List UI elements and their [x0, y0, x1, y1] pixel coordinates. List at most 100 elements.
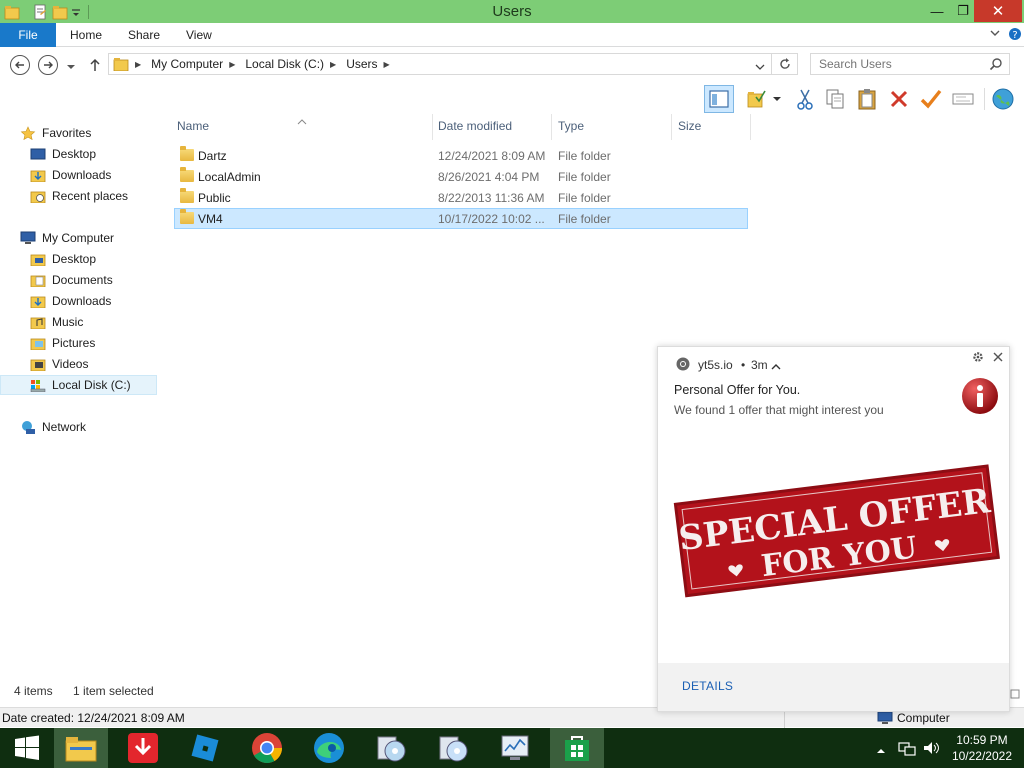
column-header-name[interactable]: Name: [177, 119, 209, 133]
checkmark-icon[interactable]: [918, 86, 944, 112]
network-status-icon[interactable]: [898, 740, 916, 759]
preview-pane-icon[interactable]: [704, 85, 734, 113]
breadcrumb-separator[interactable]: ▶: [384, 60, 390, 69]
nav-item-label: Desktop: [52, 147, 97, 161]
refresh-button[interactable]: [772, 53, 798, 75]
file-type: File folder: [558, 170, 611, 184]
nav-item-music[interactable]: Music: [30, 312, 83, 332]
breadcrumb-separator[interactable]: ▶: [330, 60, 336, 69]
file-type: File folder: [558, 212, 611, 226]
nav-network[interactable]: Network: [20, 417, 86, 437]
rename-icon[interactable]: [950, 86, 976, 112]
taskbar-media-app[interactable]: [364, 728, 418, 768]
performance-monitor-icon: [501, 735, 529, 760]
nav-item-desktop[interactable]: Desktop: [30, 249, 96, 269]
nav-item-label: Videos: [52, 357, 89, 371]
column-header-type[interactable]: Type: [558, 119, 584, 133]
music-folder-icon: [30, 315, 46, 330]
expand-ribbon-icon[interactable]: [989, 26, 1001, 43]
help-icon[interactable]: ?: [1008, 26, 1022, 45]
table-row[interactable]: Public 8/22/2013 11:36 AM File folder: [174, 187, 748, 208]
forward-button[interactable]: [38, 55, 58, 75]
dismiss-icon[interactable]: [992, 351, 1004, 363]
tab-share[interactable]: Share: [128, 28, 160, 42]
folder-location-icon: [113, 57, 129, 72]
separator-dot: •: [741, 358, 746, 372]
paste-icon[interactable]: [854, 86, 880, 112]
folder-options-icon[interactable]: [744, 86, 770, 112]
taskbar-roblox[interactable]: [178, 728, 232, 768]
nav-item-documents[interactable]: Documents: [30, 270, 113, 290]
nav-item-recent-places[interactable]: Recent places: [30, 186, 128, 206]
recent-locations-icon[interactable]: [66, 60, 76, 74]
address-bar[interactable]: ▶ My Computer ▶ Local Disk (C:) ▶ Users …: [108, 53, 772, 75]
taskbar-chrome[interactable]: [240, 728, 294, 768]
tab-home[interactable]: Home: [70, 28, 102, 42]
edge-icon: [314, 733, 344, 763]
volume-icon[interactable]: [922, 740, 940, 759]
folder-options-dropdown-icon[interactable]: [770, 86, 784, 112]
nav-item-label: Documents: [52, 273, 113, 287]
nav-favorites[interactable]: Favorites: [20, 123, 91, 143]
column-divider[interactable]: [750, 114, 751, 140]
breadcrumb-separator[interactable]: ▶: [229, 60, 235, 69]
search-box[interactable]: [810, 53, 1010, 75]
nav-item-pictures[interactable]: Pictures: [30, 333, 95, 353]
globe-icon[interactable]: [990, 86, 1016, 112]
taskbar-monitor-app[interactable]: [488, 728, 542, 768]
settings-gear-icon[interactable]: [972, 351, 984, 363]
clock-date: 10/22/2022: [951, 749, 1012, 763]
taskbar-downloader[interactable]: [116, 728, 170, 768]
nav-item-downloads[interactable]: Downloads: [30, 291, 111, 311]
maximize-button[interactable]: ❐: [952, 0, 974, 22]
notification-title: Personal Offer for You.: [674, 383, 801, 397]
column-divider[interactable]: [432, 114, 433, 140]
breadcrumb-separator[interactable]: ▶: [135, 60, 141, 69]
address-dropdown-icon[interactable]: [755, 60, 765, 74]
breadcrumb-local-disk[interactable]: Local Disk (C:): [245, 57, 324, 71]
computer-icon: [20, 231, 36, 245]
file-type: File folder: [558, 149, 611, 163]
taskbar-edge[interactable]: [302, 728, 356, 768]
table-row[interactable]: LocalAdmin 8/26/2021 4:04 PM File folder: [174, 166, 748, 187]
nav-item-desktop-fav[interactable]: Desktop: [30, 144, 96, 164]
table-row[interactable]: Dartz 12/24/2021 8:09 AM File folder: [174, 145, 748, 166]
file-date: 8/22/2013 11:36 AM: [438, 191, 545, 205]
taskbar-file-explorer[interactable]: [54, 728, 108, 768]
column-header-size[interactable]: Size: [678, 119, 701, 133]
notification-source: yt5s.io: [698, 358, 733, 372]
search-icon[interactable]: [989, 57, 1003, 74]
notification-toast[interactable]: yt5s.io • 3m Personal Offer for You. We …: [657, 346, 1010, 712]
folder-icon: [180, 167, 194, 182]
search-input[interactable]: [811, 54, 981, 74]
collapse-chevron-icon[interactable]: [771, 360, 781, 374]
start-button[interactable]: [0, 728, 54, 768]
nav-item-videos[interactable]: Videos: [30, 354, 88, 374]
copy-icon[interactable]: [822, 86, 848, 112]
minimize-button[interactable]: —: [926, 0, 948, 22]
close-button[interactable]: ✕: [974, 0, 1022, 22]
taskbar-media-app-2[interactable]: [426, 728, 480, 768]
windows-logo-icon: [15, 735, 39, 760]
nav-my-computer[interactable]: My Computer: [20, 228, 114, 248]
tab-file[interactable]: File: [0, 23, 56, 47]
up-arrow-icon[interactable]: [88, 57, 102, 76]
column-divider[interactable]: [551, 114, 552, 140]
nav-item-local-disk[interactable]: Local Disk (C:): [0, 375, 157, 395]
column-header-date-modified[interactable]: Date modified: [438, 119, 512, 133]
system-clock[interactable]: 10:59 PM 10/22/2022: [952, 732, 1012, 764]
nav-item-downloads-fav[interactable]: Downloads: [30, 165, 111, 185]
back-button[interactable]: [10, 55, 30, 75]
details-view-icon[interactable]: [1010, 688, 1020, 702]
tab-view[interactable]: View: [186, 28, 212, 42]
breadcrumb-users[interactable]: Users: [346, 57, 377, 71]
table-row-selected[interactable]: VM4 10/17/2022 10:02 ... File folder: [174, 208, 748, 229]
column-divider[interactable]: [671, 114, 672, 140]
delete-icon[interactable]: [886, 86, 912, 112]
show-hidden-icons-icon[interactable]: [876, 744, 886, 758]
cut-icon[interactable]: [792, 86, 818, 112]
taskbar-store[interactable]: [550, 728, 604, 768]
breadcrumb-my-computer[interactable]: My Computer: [151, 57, 223, 71]
details-button[interactable]: DETAILS: [682, 679, 733, 693]
notification-body: We found 1 offer that might interest you: [674, 403, 884, 417]
